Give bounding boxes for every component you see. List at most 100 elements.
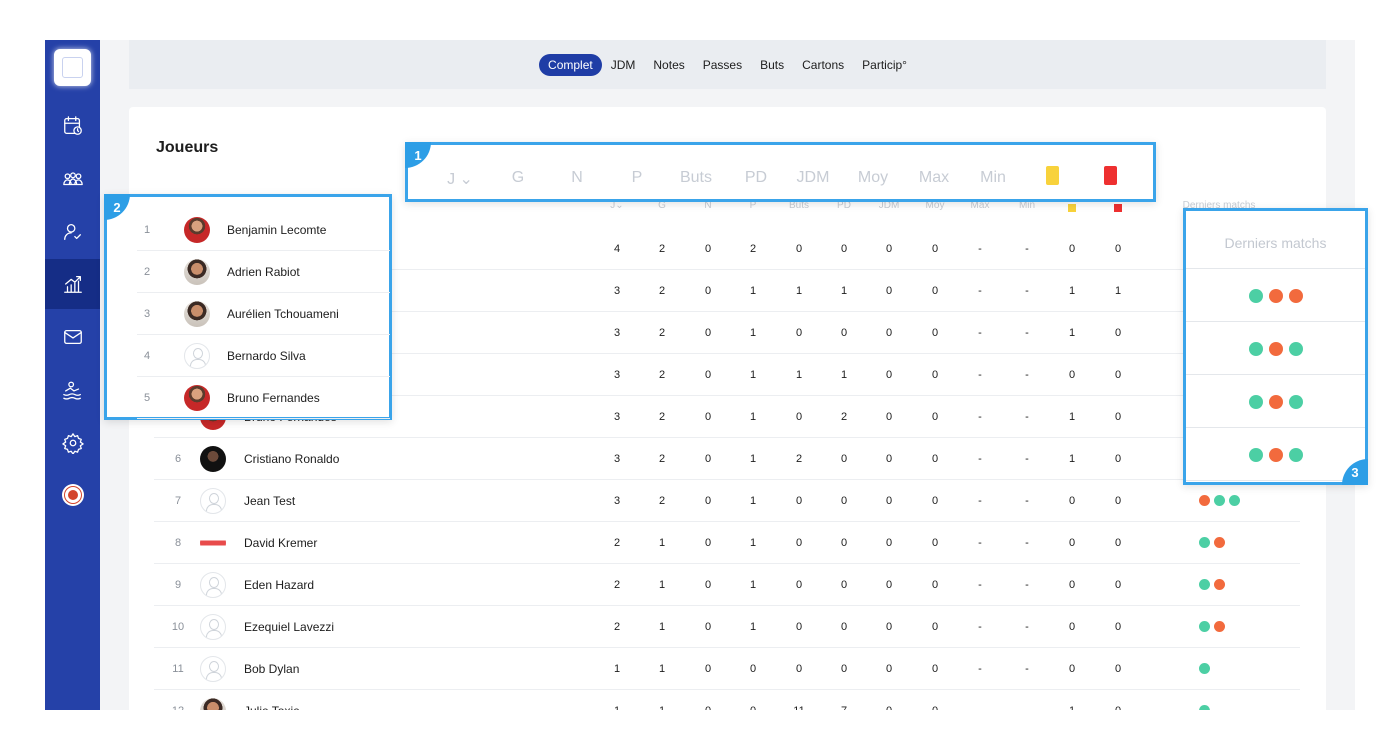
tab-notes[interactable]: Notes xyxy=(644,54,693,76)
player-name[interactable]: Julie Toxie xyxy=(244,690,300,710)
sidebar-item-settings[interactable] xyxy=(45,418,100,468)
tab-buts[interactable]: Buts xyxy=(751,54,793,76)
gear-icon xyxy=(61,433,84,454)
tab-particip[interactable]: Particip° xyxy=(853,54,916,76)
tab-cartons[interactable]: Cartons xyxy=(793,54,853,76)
callout-column-header: Min xyxy=(980,169,1006,186)
callout-player-row[interactable]: 4 Bernardo Silva xyxy=(137,335,390,377)
user-check-icon xyxy=(63,224,81,240)
loss-dot xyxy=(1214,621,1225,632)
stat-cell: 2 xyxy=(613,579,621,591)
stat-cell: 1 xyxy=(749,621,757,633)
callout-column-header: G xyxy=(511,169,525,186)
stat-cell: 0 xyxy=(931,663,939,675)
player-name[interactable]: Adrien Rabiot xyxy=(227,251,300,293)
callout-player-row[interactable]: 5 Bruno Fernandes xyxy=(137,377,390,419)
stat-cell: 1 xyxy=(749,495,757,507)
win-dot xyxy=(1199,537,1210,548)
table-row[interactable]: 8 David Kremer 2 1 0 1 0 0 0 0 - - 0 0 xyxy=(154,522,1300,564)
sidebar-item-training[interactable] xyxy=(45,365,100,415)
stat-cell: - xyxy=(965,690,995,710)
stat-cell: - xyxy=(978,579,982,591)
stat-cell: 0 xyxy=(840,327,848,339)
stat-cell: 1 xyxy=(1057,690,1087,710)
player-name[interactable]: Jean Test xyxy=(244,480,295,522)
stat-cell: - xyxy=(978,369,982,381)
callout-columns: 1 J ⌄ G N P Buts PD JDM Moy Max Min xyxy=(405,142,1156,202)
player-rank: 8 xyxy=(174,537,182,549)
stat-cell: 1 xyxy=(647,690,677,710)
player-name[interactable]: Eden Hazard xyxy=(244,564,314,606)
mail-icon xyxy=(63,329,82,345)
sidebar-item-stats[interactable] xyxy=(45,259,100,309)
stat-cell: 0 xyxy=(885,243,893,255)
app-logo[interactable] xyxy=(54,49,91,86)
stat-cell: 2 xyxy=(658,453,666,465)
stat-cell: 1 xyxy=(1068,453,1076,465)
stat-cell: 0 xyxy=(885,327,893,339)
player-name[interactable]: Cristiano Ronaldo xyxy=(244,438,339,480)
stat-cell: 0 xyxy=(840,621,848,633)
stats-chart-icon xyxy=(63,276,82,293)
loss-dot xyxy=(1214,537,1225,548)
stat-cell: 2 xyxy=(749,243,757,255)
sidebar-item-club[interactable] xyxy=(45,470,100,520)
stat-cell: 0 xyxy=(1114,243,1122,255)
table-row[interactable]: 6 Cristiano Ronaldo 3 2 0 1 2 0 0 0 - - 1 0 xyxy=(154,438,1300,480)
stat-cell: 1 xyxy=(1068,327,1076,339)
table-row[interactable]: 12Julie Toxie110011700--10 xyxy=(154,690,1300,710)
stat-cell: 0 xyxy=(1068,579,1076,591)
stat-cell: 0 xyxy=(738,690,768,710)
stat-cell: 1 xyxy=(658,537,666,549)
stat-cell: 0 xyxy=(749,663,757,675)
sidebar-item-team[interactable] xyxy=(45,154,100,204)
stat-cell: 0 xyxy=(931,285,939,297)
stat-cell: 0 xyxy=(704,495,712,507)
player-name[interactable]: Bruno Fernandes xyxy=(227,377,320,419)
stat-cell: 11 xyxy=(784,690,814,710)
table-row[interactable]: 9 Eden Hazard 2 1 0 1 0 0 0 0 - - 0 0 xyxy=(154,564,1300,606)
sidebar-item-calendar[interactable] xyxy=(45,101,100,151)
stat-cell: - xyxy=(1025,285,1029,297)
callout-player-row[interactable]: 2 Adrien Rabiot xyxy=(137,251,390,293)
player-name[interactable]: Ezequiel Lavezzi xyxy=(244,606,334,648)
callout-player-row[interactable]: 3 Aurélien Tchouameni xyxy=(137,293,390,335)
player-avatar xyxy=(184,259,210,285)
stat-cell: 3 xyxy=(613,495,621,507)
stat-cell: 0 xyxy=(1068,369,1076,381)
stat-cell: - xyxy=(978,621,982,633)
stat-cell: 3 xyxy=(613,285,621,297)
player-rank: 11 xyxy=(172,663,184,675)
tab-complet[interactable]: Complet xyxy=(539,53,602,76)
win-dot xyxy=(1288,394,1303,409)
stat-cell: 0 xyxy=(795,495,803,507)
stat-cell: - xyxy=(1025,453,1029,465)
table-row[interactable]: 7 Jean Test 3 2 0 1 0 0 0 0 - - 0 0 xyxy=(154,480,1300,522)
player-name[interactable]: Benjamin Lecomte xyxy=(227,209,326,251)
stat-cell: 2 xyxy=(840,411,848,423)
win-dot xyxy=(1199,579,1210,590)
table-row[interactable]: 10 Ezequiel Lavezzi 2 1 0 1 0 0 0 0- -0 0 xyxy=(154,606,1300,648)
sidebar-item-players[interactable] xyxy=(45,207,100,257)
stat-cell: 0 xyxy=(1068,621,1076,633)
callout-player-row[interactable]: 1 Benjamin Lecomte xyxy=(137,209,390,251)
stat-cell: 0 xyxy=(704,369,712,381)
stat-cell: 0 xyxy=(1114,537,1122,549)
tab-passes[interactable]: Passes xyxy=(694,54,751,76)
player-name[interactable]: David Kremer xyxy=(244,522,317,564)
stat-cell: - xyxy=(1012,690,1042,710)
stat-cell: 0 xyxy=(1114,411,1122,423)
callout-last-matches-row xyxy=(1186,429,1365,481)
player-name[interactable]: Bob Dylan xyxy=(244,648,299,690)
player-avatar xyxy=(200,530,226,556)
stat-cell: 0 xyxy=(931,537,939,549)
player-name[interactable]: Bernardo Silva xyxy=(227,335,306,377)
team-icon xyxy=(62,172,83,186)
player-name[interactable]: Aurélien Tchouameni xyxy=(227,293,339,335)
sidebar-item-messages[interactable] xyxy=(45,312,100,362)
stat-cell: 0 xyxy=(885,663,893,675)
tab-jdm[interactable]: JDM xyxy=(602,54,645,76)
table-row[interactable]: 11 Bob Dylan 1 1 0 0 0 0 0 0- -0 0 xyxy=(154,648,1300,690)
stat-cell: 3 xyxy=(613,411,621,423)
stat-cell: 0 xyxy=(704,537,712,549)
